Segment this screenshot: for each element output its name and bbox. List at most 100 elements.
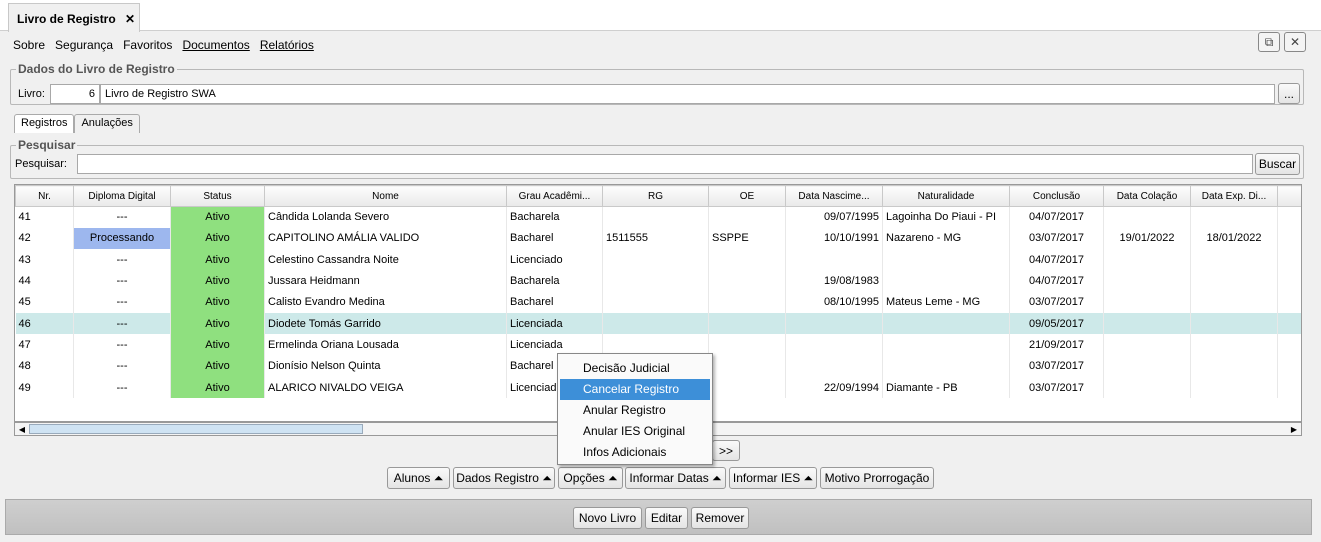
table-cell: 04 bbox=[1277, 291, 1301, 313]
informar-datas-button[interactable]: Informar Datas ⏶ bbox=[625, 467, 726, 489]
context-menu-item[interactable]: Cancelar Registro bbox=[560, 379, 710, 400]
table-row[interactable]: 46 --- Ativo Diodete Tomás Garrido Licenciad… bbox=[15, 312, 1301, 335]
novo-livro-button[interactable]: Novo Livro bbox=[573, 507, 642, 529]
browse-livro-button[interactable]: ... bbox=[1278, 83, 1300, 104]
table-cell bbox=[1103, 249, 1191, 271]
table-cell bbox=[882, 270, 1010, 292]
table-cell: 49 bbox=[15, 376, 74, 399]
popout-icon[interactable]: ⧉ bbox=[1258, 32, 1280, 52]
table-cell bbox=[1103, 334, 1191, 356]
table-cell: --- bbox=[73, 376, 171, 399]
table-cell: Calisto Evandro Medina bbox=[264, 291, 507, 313]
table-cell: Bacharela bbox=[506, 206, 603, 228]
scroll-left-icon[interactable]: ◀ bbox=[15, 423, 29, 435]
menu-relatorios[interactable]: Relatórios bbox=[255, 36, 319, 54]
table-row[interactable]: 44 --- Ativo Jussara Heidmann Bacharela 19/08… bbox=[15, 270, 1301, 292]
tab-livro-de-registro[interactable]: Livro de Registro ✕ bbox=[8, 3, 140, 32]
livro-name-field[interactable]: Livro de Registro SWA bbox=[100, 84, 1275, 104]
column-header[interactable]: Data Colação bbox=[1103, 185, 1191, 207]
table-cell: 03/07/2017 bbox=[1009, 227, 1104, 250]
informar-ies-button[interactable]: Informar IES ⏶ bbox=[729, 467, 817, 489]
table-cell bbox=[1190, 334, 1278, 356]
context-menu-item[interactable]: Infos Adicionais bbox=[558, 442, 712, 463]
tab-registros[interactable]: Registros bbox=[14, 114, 75, 133]
table-cell: 08/10/1995 bbox=[785, 291, 883, 313]
table-cell: 42 bbox=[15, 227, 74, 250]
table-cell: 18/01/2022 bbox=[1190, 227, 1278, 250]
column-header[interactable]: Status bbox=[170, 185, 265, 207]
menu-bar: Sobre Segurança Favoritos Documentos Rel… bbox=[8, 36, 319, 54]
column-header[interactable]: Diploma Digital bbox=[73, 185, 171, 207]
table-cell bbox=[708, 291, 786, 313]
next-page-button[interactable]: >> bbox=[712, 440, 740, 461]
tab-anulacoes[interactable]: Anulações bbox=[74, 114, 140, 133]
close-icon[interactable]: ✕ bbox=[125, 12, 135, 26]
column-header[interactable]: Naturalidade bbox=[882, 185, 1010, 207]
table-cell: 44 bbox=[15, 270, 74, 292]
table-row[interactable]: 45 --- Ativo Calisto Evandro Medina Bacharel… bbox=[15, 291, 1301, 313]
table-row[interactable]: 43 --- Ativo Celestino Cassandra Noite Licen… bbox=[15, 249, 1301, 271]
table-cell: Jussara Heidmann bbox=[264, 270, 507, 292]
table-cell bbox=[882, 355, 1010, 377]
menu-seguranca[interactable]: Segurança bbox=[50, 36, 118, 54]
table-cell: 09 bbox=[1277, 376, 1301, 399]
table-cell: Processando bbox=[73, 227, 171, 250]
table-cell: 15 bbox=[1277, 355, 1301, 377]
table-cell bbox=[882, 249, 1010, 271]
column-header[interactable]: Nome bbox=[264, 185, 507, 207]
table-cell: 03/07/2017 bbox=[1009, 355, 1104, 377]
table-cell: --- bbox=[73, 206, 171, 228]
buscar-button[interactable]: Buscar bbox=[1255, 153, 1300, 175]
table-cell: Bacharela bbox=[506, 270, 603, 292]
alunos-button[interactable]: Alunos ⏶ bbox=[387, 467, 450, 489]
column-header[interactable]: Data Nascime... bbox=[785, 185, 883, 207]
table-cell bbox=[785, 355, 883, 377]
column-header[interactable]: Data Exp. Di... bbox=[1190, 185, 1278, 207]
table-cell bbox=[1190, 376, 1278, 399]
menu-favoritos[interactable]: Favoritos bbox=[118, 36, 177, 54]
table-cell: Ativo bbox=[170, 249, 265, 271]
table-row[interactable]: 42 Processando Ativo CAPITOLINO AMÁLIA VALI… bbox=[15, 227, 1301, 250]
table-cell: Ativo bbox=[170, 291, 265, 313]
column-header[interactable]: Conclusão bbox=[1009, 185, 1104, 207]
context-menu-item[interactable]: Anular Registro bbox=[558, 400, 712, 421]
table-cell bbox=[1103, 206, 1191, 228]
search-input[interactable] bbox=[77, 154, 1253, 174]
scroll-right-icon[interactable]: ▶ bbox=[1287, 423, 1301, 435]
search-legend: Pesquisar bbox=[16, 138, 78, 152]
editar-button[interactable]: Editar bbox=[645, 507, 688, 529]
column-header[interactable]: RG bbox=[602, 185, 709, 207]
menu-sobre[interactable]: Sobre bbox=[8, 36, 50, 54]
motivo-prorrogacao-button[interactable]: Motivo Prorrogação bbox=[820, 467, 934, 489]
table-cell bbox=[882, 334, 1010, 356]
close-window-icon[interactable]: ✕ bbox=[1284, 32, 1306, 52]
table-cell bbox=[602, 206, 709, 228]
table-cell: 45 bbox=[15, 291, 74, 313]
table-cell: 04 bbox=[1277, 249, 1301, 271]
table-cell: 03/07/2017 bbox=[1009, 376, 1104, 399]
livro-number-field[interactable]: 6 bbox=[50, 84, 100, 104]
table-cell: Licenciado bbox=[506, 249, 603, 271]
scroll-thumb[interactable] bbox=[29, 424, 363, 434]
search-label: Pesquisar: bbox=[15, 158, 67, 170]
table-row[interactable]: 41 --- Ativo Cândida Lolanda Severo Bacharel… bbox=[15, 206, 1301, 228]
opcoes-button[interactable]: Opções ⏶ bbox=[558, 467, 623, 489]
table-cell bbox=[882, 312, 1010, 335]
table-header: Nr. Diploma Digital Status Nome Grau Acadêmi… bbox=[15, 185, 1301, 207]
table-cell bbox=[708, 270, 786, 292]
column-header[interactable]: OE bbox=[708, 185, 786, 207]
context-menu-item[interactable]: Anular IES Original bbox=[558, 421, 712, 442]
context-menu-item[interactable]: Decisão Judicial bbox=[558, 358, 712, 379]
table-cell: Mateus Leme - MG bbox=[882, 291, 1010, 313]
table-cell: 19/08/1983 bbox=[785, 270, 883, 292]
column-header[interactable]: Nr. bbox=[15, 185, 74, 207]
dados-registro-button[interactable]: Dados Registro ⏶ bbox=[453, 467, 555, 489]
menu-documentos[interactable]: Documentos bbox=[177, 36, 254, 54]
remover-button[interactable]: Remover bbox=[691, 507, 749, 529]
tab-strip: Livro de Registro ✕ bbox=[0, 0, 1321, 32]
table-cell: 47 bbox=[15, 334, 74, 356]
column-header[interactable]: Grau Acadêmi... bbox=[506, 185, 603, 207]
column-header[interactable]: D bbox=[1277, 185, 1301, 207]
table-cell bbox=[1103, 291, 1191, 313]
table-cell bbox=[708, 376, 786, 399]
